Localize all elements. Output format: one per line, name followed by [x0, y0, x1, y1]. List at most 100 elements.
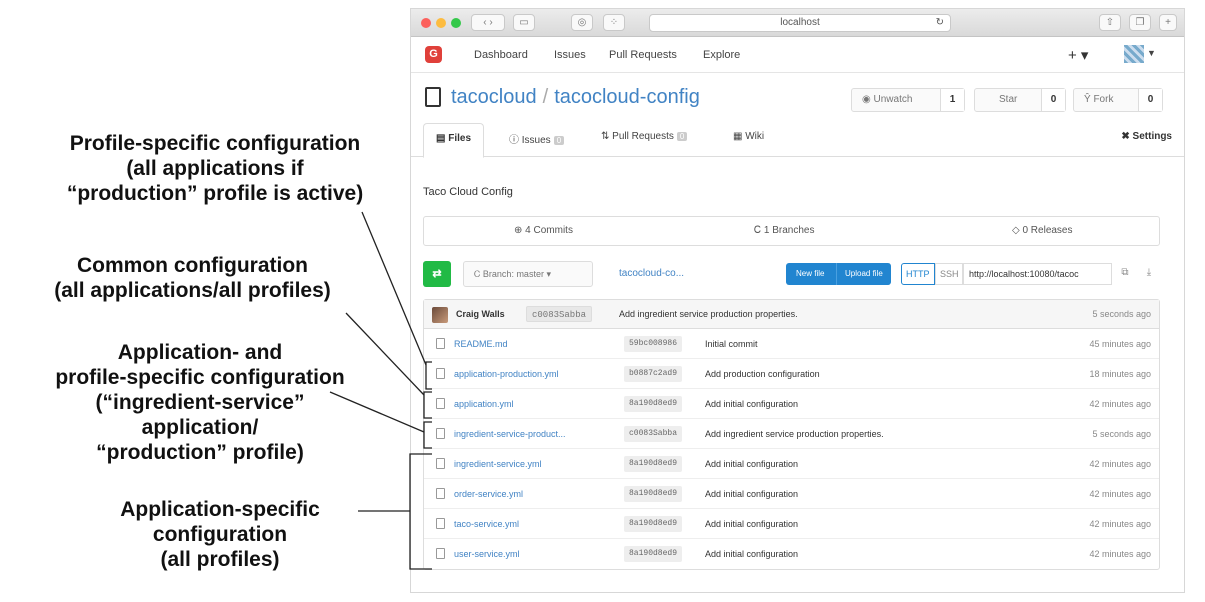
new-file-button[interactable]: New file [786, 263, 837, 285]
tools-icon: ✖ [1121, 131, 1133, 142]
commit-sha[interactable]: b0887c2ad9 [624, 366, 683, 382]
clone-url-field[interactable]: http://localhost:10080/tacoc [962, 263, 1112, 285]
gogs-navbar: G Dashboard Issues Pull Requests Explore… [411, 37, 1184, 73]
commit-message: Add ingredient service production proper… [619, 309, 798, 319]
table-row[interactable]: ingredient-service-product... c0083Sabba A… [424, 419, 1159, 449]
table-row[interactable]: ingredient-service.yml 8a190d8ed9 Add init… [424, 449, 1159, 479]
gogs-logo-icon[interactable]: G [425, 46, 442, 63]
commits-link[interactable]: ⊕ 4 Commits [514, 225, 573, 236]
file-icon: ▤ [436, 133, 449, 144]
file-name-link[interactable]: application.yml [454, 399, 514, 409]
annotation-app-specific: Application-specific configuration (all … [70, 497, 370, 572]
ssh-clone-button[interactable]: SSH [935, 263, 964, 285]
commit-sha[interactable]: c0083Sabba [526, 306, 593, 322]
repo-title: tacocloud / tacocloud-config [451, 86, 700, 109]
commit-message: Add ingredient service production proper… [705, 429, 884, 439]
table-row[interactable]: user-service.yml 8a190d8ed9 Add initial co… [424, 539, 1159, 569]
branch-dropdown-label: Branch: master ▾ [482, 269, 551, 279]
commit-message: Add initial configuration [705, 399, 799, 409]
user-avatar[interactable] [1124, 45, 1144, 63]
close-window-button[interactable] [421, 18, 431, 28]
annotation-line: Profile-specific configuration [69, 132, 361, 155]
breadcrumb[interactable]: tacocloud-co... [619, 268, 684, 279]
share-icon[interactable]: ⇧ [1099, 14, 1121, 31]
commit-author[interactable]: Craig Walls [456, 309, 505, 319]
download-icon[interactable]: ⤓ [1139, 263, 1159, 285]
repo-owner-link[interactable]: tacocloud [451, 86, 537, 108]
commit-sha[interactable]: 8a190d8ed9 [624, 456, 683, 472]
commit-time: 42 minutes ago [1089, 489, 1151, 499]
commit-sha[interactable]: 8a190d8ed9 [624, 396, 683, 412]
watch-count: 1 [940, 89, 964, 111]
upload-file-button[interactable]: Upload file [836, 263, 891, 285]
tab-files[interactable]: ▤ Files [423, 123, 485, 158]
file-icon [436, 428, 445, 439]
commit-sha[interactable]: 8a190d8ed9 [624, 516, 683, 532]
fork-count: 0 [1138, 89, 1162, 111]
commit-time: 45 minutes ago [1089, 339, 1151, 349]
sidebar-toggle-icon[interactable]: ▭ [513, 14, 535, 31]
file-name-link[interactable]: order-service.yml [454, 489, 523, 499]
issues-badge: 0 [553, 136, 565, 145]
annotation-line: profile-specific configuration [55, 366, 345, 389]
tab-wiki[interactable]: ▦ Wiki [733, 131, 764, 142]
annotation-line: (“ingredient-service” [95, 391, 305, 414]
tabs-icon[interactable]: ❐ [1129, 14, 1151, 31]
grid-icon[interactable]: ⁘ [603, 14, 625, 31]
http-clone-button[interactable]: HTTP [901, 263, 935, 285]
commit-sha[interactable]: 8a190d8ed9 [624, 486, 683, 502]
nav-dashboard[interactable]: Dashboard [474, 49, 528, 61]
repo-tabs: ▤ Files ⓘ Issues 0 ⇅ Pull Requests 0 ▦ Wik… [411, 121, 1184, 158]
unwatch-button[interactable]: ◉ Unwatch 1 [851, 88, 965, 112]
nav-explore[interactable]: Explore [703, 49, 740, 61]
commit-sha[interactable]: 59bc008986 [624, 336, 683, 352]
star-button[interactable]: Star 0 [974, 88, 1066, 112]
compare-button[interactable]: ⇄ [423, 261, 451, 287]
tab-pull-requests[interactable]: ⇅ Pull Requests 0 [601, 131, 688, 142]
table-row[interactable]: application.yml 8a190d8ed9 Add initial con… [424, 389, 1159, 419]
annotation-app-and-profile: Application- and profile-specific config… [10, 340, 390, 465]
branches-link[interactable]: Ꮯ 1 Branches [754, 225, 815, 236]
table-row[interactable]: application-production.yml b0887c2ad9 Add … [424, 359, 1159, 389]
tab-settings[interactable]: ✖ Settings [1121, 131, 1172, 142]
repo-separator: / [542, 86, 549, 108]
latest-commit-row: Craig Walls c0083Sabba Add ingredient se… [424, 300, 1159, 329]
table-row[interactable]: order-service.yml 8a190d8ed9 Add initial c… [424, 479, 1159, 509]
commit-message: Add initial configuration [705, 519, 799, 529]
table-row[interactable]: taco-service.yml 8a190d8ed9 Add initial co… [424, 509, 1159, 539]
annotation-line: “production” profile) [96, 441, 304, 464]
branch-dropdown[interactable]: Ꮯ Branch: master ▾ [463, 261, 593, 287]
file-name-link[interactable]: application-production.yml [454, 369, 559, 379]
reload-icon[interactable]: ↻ [936, 15, 944, 31]
address-bar[interactable]: localhost ↻ [649, 14, 951, 32]
file-name-link[interactable]: taco-service.yml [454, 519, 519, 529]
back-forward-buttons[interactable]: ‹ › [471, 14, 505, 31]
repo-name-link[interactable]: tacocloud-config [554, 86, 700, 108]
zoom-window-button[interactable] [451, 18, 461, 28]
table-row[interactable]: README.md 59bc008986 Initial commit 45 minu… [424, 329, 1159, 359]
avatar[interactable] [432, 307, 448, 323]
file-name-link[interactable]: user-service.yml [454, 549, 520, 559]
star-count: 0 [1041, 89, 1065, 111]
releases-link[interactable]: ◇ 0 Releases [1012, 225, 1073, 236]
shield-icon[interactable]: ◎ [571, 14, 593, 31]
annotation-line: (all applications/all profiles) [54, 279, 331, 302]
commit-sha[interactable]: c0083Sabba [624, 426, 683, 442]
tab-settings-label: Settings [1132, 131, 1172, 142]
commit-sha[interactable]: 8a190d8ed9 [624, 546, 683, 562]
nav-issues[interactable]: Issues [554, 49, 586, 61]
tab-issues[interactable]: ⓘ Issues 0 [509, 131, 565, 146]
nav-pull-requests[interactable]: Pull Requests [609, 49, 677, 61]
file-name-link[interactable]: ingredient-service.yml [454, 459, 542, 469]
commit-time: 42 minutes ago [1089, 519, 1151, 529]
minimize-window-button[interactable] [436, 18, 446, 28]
fork-button[interactable]: Ŷ Fork 0 [1073, 88, 1163, 112]
commit-message: Add production configuration [705, 369, 820, 379]
chevron-down-icon[interactable]: ▼ [1147, 48, 1156, 58]
browser-titlebar: ‹ › ▭ ◎ ⁘ localhost ↻ ⇧ ❐ + [411, 9, 1184, 37]
new-tab-button[interactable]: + [1159, 14, 1177, 31]
copy-icon[interactable]: ⧉ [1115, 263, 1135, 285]
file-name-link[interactable]: ingredient-service-product... [454, 429, 566, 439]
create-new-dropdown[interactable]: + ▾ [1068, 46, 1088, 64]
file-name-link[interactable]: README.md [454, 339, 508, 349]
